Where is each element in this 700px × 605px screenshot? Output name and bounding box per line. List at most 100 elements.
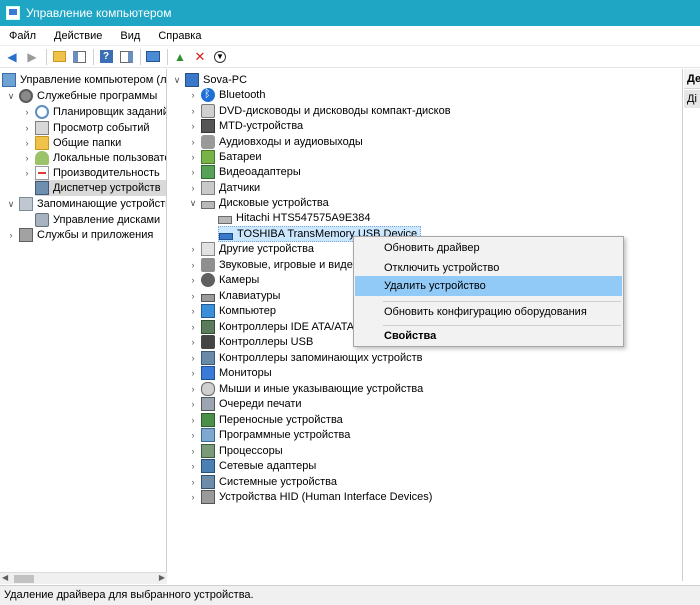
collapse-icon[interactable]: ∨ (172, 72, 182, 88)
device-category-print-queues[interactable]: › Очереди печати (188, 396, 302, 412)
audio-io-icon (201, 135, 215, 149)
scroll-right-arrow-icon[interactable]: ▶ (159, 573, 165, 582)
uninstall-x-icon[interactable]: ✕ (192, 49, 208, 65)
tree-item-event-viewer[interactable]: › Просмотр событий (22, 120, 150, 136)
device-category-video[interactable]: › Видеоадаптеры (188, 164, 301, 180)
menu-item-scan-hardware[interactable]: Обновить конфигурацию оборудования (355, 302, 622, 322)
menu-item-properties[interactable]: Свойства (355, 326, 622, 346)
device-category-storage-controllers[interactable]: › Контроллеры запоминающих устройств (188, 350, 422, 366)
device-category-cameras[interactable]: › Камеры (188, 272, 259, 288)
expand-icon[interactable]: › (188, 241, 198, 257)
menu-file[interactable]: Файл (0, 30, 45, 42)
device-category-dvd[interactable]: › DVD-дисководы и дисководы компакт-диск… (188, 103, 451, 119)
tree-item-services-apps[interactable]: › Службы и приложения (6, 227, 153, 243)
menu-help[interactable]: Справка (149, 30, 210, 42)
help-icon[interactable]: ? (98, 49, 114, 65)
device-category-sound[interactable]: › Звуковые, игровые и видео (188, 257, 359, 273)
expand-icon[interactable]: › (22, 150, 32, 166)
device-category-other[interactable]: › Другие устройства (188, 241, 314, 257)
expand-icon[interactable]: › (188, 303, 198, 319)
expand-icon[interactable]: › (188, 427, 198, 443)
expand-icon[interactable]: › (188, 272, 198, 288)
device-category-software[interactable]: › Программные устройства (188, 427, 350, 443)
expand-icon[interactable]: › (188, 365, 198, 381)
expand-icon[interactable]: › (188, 350, 198, 366)
device-hitachi-drive[interactable]: Hitachi HTS547575A9E384 (218, 210, 371, 226)
collapse-icon[interactable]: ∨ (6, 196, 16, 212)
tree-item-disk-management[interactable]: Управление дисками (35, 212, 160, 228)
device-category-mtd[interactable]: › MTD-устройства (188, 118, 303, 134)
expand-icon[interactable]: › (188, 164, 198, 180)
tree-item-task-scheduler[interactable]: › Планировщик заданий (22, 104, 166, 120)
tree-item-system-tools[interactable]: ∨ Служебные программы (6, 88, 157, 104)
show-hide-tree-icon[interactable] (71, 49, 87, 65)
collapse-icon[interactable]: ∨ (6, 88, 16, 104)
expand-icon[interactable]: › (22, 120, 32, 136)
menu-action[interactable]: Действие (45, 30, 111, 42)
expand-icon[interactable]: › (188, 288, 198, 304)
tree-item-local-users[interactable]: › Локальные пользовате (22, 150, 166, 166)
device-category-processors[interactable]: › Процессоры (188, 443, 283, 459)
action-pane-icon[interactable] (118, 49, 134, 65)
device-category-sensors[interactable]: › Датчики (188, 180, 260, 196)
device-category-keyboards[interactable]: › Клавиатуры (188, 288, 281, 304)
expand-icon[interactable]: › (188, 149, 198, 165)
horizontal-scrollbar[interactable]: ◀ ▶ (0, 572, 167, 584)
update-driver-icon[interactable]: ▲ (172, 49, 188, 65)
tree-item-storage[interactable]: ∨ Запоминающие устройства (6, 196, 166, 212)
actions-item[interactable]: Ді (684, 90, 700, 108)
device-category-batteries[interactable]: › Батареи (188, 149, 262, 165)
device-category-portable[interactable]: › Переносные устройства (188, 412, 343, 428)
expand-icon[interactable]: › (22, 104, 32, 120)
device-category-audio-io[interactable]: › Аудиовходы и аудиовыходы (188, 134, 363, 150)
tree-item-device-manager[interactable]: Диспетчер устройств (35, 180, 166, 196)
menu-view[interactable]: Вид (111, 30, 149, 42)
expand-icon[interactable]: › (188, 443, 198, 459)
device-category-usb[interactable]: › Контроллеры USB (188, 334, 313, 350)
expand-icon[interactable]: › (188, 334, 198, 350)
device-category-hid[interactable]: › Устройства HID (Human Interface Device… (188, 489, 432, 505)
disable-device-icon[interactable]: ▼ (212, 49, 228, 65)
scroll-left-arrow-icon[interactable]: ◀ (2, 573, 8, 582)
expand-icon[interactable]: › (188, 458, 198, 474)
expand-icon[interactable]: › (188, 489, 198, 505)
device-category-network[interactable]: › Сетевые адаптеры (188, 458, 316, 474)
tree-item-shared-folders[interactable]: › Общие папки (22, 135, 121, 151)
toolbar-separator (93, 48, 94, 65)
tree-item-performance[interactable]: › Производительность (22, 165, 160, 181)
scroll-thumb[interactable] (14, 575, 34, 583)
expand-icon[interactable]: › (22, 135, 32, 151)
tree-item-computer-management[interactable]: Управление компьютером (л (2, 72, 166, 88)
device-category-monitors[interactable]: › Мониторы (188, 365, 272, 381)
expand-icon[interactable]: › (188, 381, 198, 397)
expand-icon[interactable]: › (188, 396, 198, 412)
expand-icon[interactable]: › (188, 474, 198, 490)
expand-icon[interactable]: › (188, 180, 198, 196)
forward-arrow-icon[interactable]: ▶ (24, 49, 40, 65)
expand-icon[interactable]: › (22, 165, 32, 181)
device-category-ide[interactable]: › Контроллеры IDE ATA/ATAP (188, 319, 361, 335)
menu-item-disable-device[interactable]: Отключить устройство (355, 258, 622, 278)
expand-icon[interactable]: › (188, 87, 198, 103)
menu-item-uninstall-device[interactable]: Удалить устройство (355, 276, 622, 296)
device-tree-root[interactable]: ∨ Sova-PC (172, 72, 247, 88)
device-category-bluetooth[interactable]: › Bluetooth (188, 87, 265, 103)
monitor-icon[interactable] (145, 49, 161, 65)
expand-icon[interactable]: › (188, 257, 198, 273)
services-icon (19, 228, 33, 242)
expand-icon[interactable]: › (188, 118, 198, 134)
expand-icon[interactable]: › (188, 319, 198, 335)
expand-icon[interactable]: › (188, 134, 198, 150)
collapse-icon[interactable]: ∨ (188, 195, 198, 211)
device-category-computer[interactable]: › Компьютер (188, 303, 276, 319)
device-label: MTD-устройства (219, 120, 304, 132)
back-arrow-icon[interactable]: ◀ (4, 49, 20, 65)
expand-icon[interactable]: › (188, 103, 198, 119)
expand-icon[interactable]: › (188, 412, 198, 428)
up-folder-icon[interactable] (51, 49, 67, 65)
device-category-mice[interactable]: › Мыши и иные указывающие устройства (188, 381, 423, 397)
expand-icon[interactable]: › (6, 227, 16, 243)
device-category-system[interactable]: › Системные устройства (188, 474, 337, 490)
menu-item-update-driver[interactable]: Обновить драйвер (355, 238, 622, 258)
device-category-disk-drives[interactable]: ∨ Дисковые устройства (188, 195, 329, 211)
